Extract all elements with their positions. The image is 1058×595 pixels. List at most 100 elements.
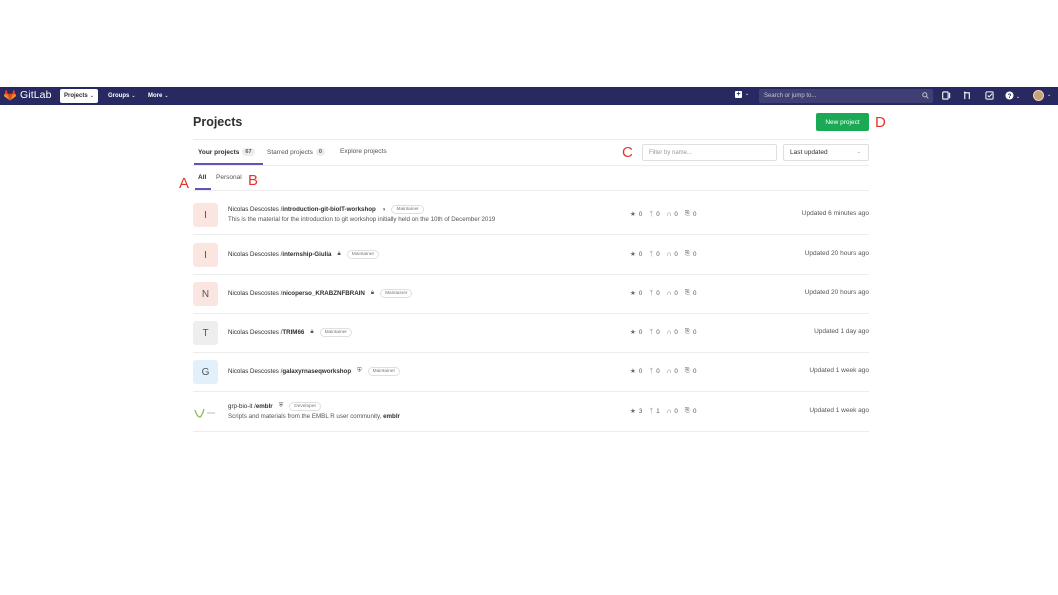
issues-stat[interactable]: ⎘ 0 xyxy=(685,407,697,415)
chevron-down-icon[interactable]: ⌄ xyxy=(745,91,749,97)
project-row[interactable]: I Nicolas Descostes / introduction-git-b… xyxy=(193,195,869,235)
project-title-line: Nicolas Descostes / galaxyrnaseqworkshop… xyxy=(228,367,401,376)
project-avatar[interactable]: I xyxy=(193,243,218,267)
issues-count: 0 xyxy=(692,367,697,375)
merge-request-icon: ∩ xyxy=(666,407,672,415)
stars-count: 0 xyxy=(638,289,643,297)
project-namespace[interactable]: grp-bio-it / xyxy=(228,403,256,410)
stars-stat[interactable]: ★ 0 xyxy=(630,328,642,337)
project-namespace[interactable]: Nicolas Descostes / xyxy=(228,251,282,258)
subtab-personal[interactable]: Personal xyxy=(216,174,242,181)
fork-icon: ᛉ xyxy=(649,328,654,336)
new-project-button[interactable]: New project xyxy=(816,113,869,131)
issues-icon: ⎘ xyxy=(684,407,690,414)
stars-stat[interactable]: ★ 0 xyxy=(630,210,643,219)
chevron-down-icon: ⌄ xyxy=(131,93,136,99)
project-title-line: Nicolas Descostes / nicoperso_KRABZNFBRA… xyxy=(228,289,413,298)
chevron-down-icon[interactable]: ⌄ xyxy=(1047,92,1051,98)
forks-stat[interactable]: ᛉ0 xyxy=(649,328,659,336)
issues-stat[interactable]: ⎘ 0 xyxy=(685,250,697,258)
tab-explore-projects[interactable]: Explore projects xyxy=(340,148,387,155)
todo-icon[interactable] xyxy=(985,91,994,100)
forks-stat[interactable]: ᛉ0 xyxy=(649,367,659,375)
project-name[interactable]: internship-Giulia xyxy=(282,251,331,258)
shield-icon: ⛨ xyxy=(357,368,362,374)
issues-stat[interactable]: ⎘ 0 xyxy=(685,289,697,297)
star-icon: ★ xyxy=(630,368,636,375)
forks-stat[interactable]: ᛉ1 xyxy=(649,407,659,415)
project-description: This is the material for the introductio… xyxy=(228,216,496,223)
star-icon: ★ xyxy=(630,329,636,336)
project-name[interactable]: nicoperso_KRABZNFBRAIN xyxy=(282,290,365,297)
project-row[interactable]: grp-bio-it / emblr ⛨ Developer Scripts a… xyxy=(193,392,869,432)
forks-stat[interactable]: ᛉ0 xyxy=(649,289,659,297)
merge-requests-stat[interactable]: ∩ 0 xyxy=(667,367,678,375)
project-row[interactable]: I Nicolas Descostes / internship-Giulia … xyxy=(193,235,869,275)
project-namespace[interactable]: Nicolas Descostes / xyxy=(228,368,282,375)
forks-stat[interactable]: ᛉ0 xyxy=(649,210,659,218)
project-title-line: Nicolas Descostes / internship-Giulia 🔒︎… xyxy=(228,250,380,259)
star-icon: ★ xyxy=(630,251,636,258)
issues-icon[interactable] xyxy=(942,91,951,100)
your-projects-count-badge: 67 xyxy=(242,148,255,156)
project-name[interactable]: TRIM66 xyxy=(282,329,304,336)
project-name[interactable]: introduction-git-bioIT-workshop xyxy=(282,206,375,213)
project-avatar[interactable]: G xyxy=(193,360,218,384)
project-namespace[interactable]: Nicolas Descostes / xyxy=(228,206,282,213)
nav-groups-dropdown[interactable]: Groups ⌄ xyxy=(108,89,136,103)
chevron-down-icon[interactable]: ⌄ xyxy=(1016,92,1020,102)
project-avatar[interactable]: I xyxy=(193,203,218,227)
stars-stat[interactable]: ★ 3 xyxy=(630,407,642,416)
merge-requests-stat[interactable]: ∩ 0 xyxy=(667,289,678,297)
forks-stat[interactable]: ᛉ0 xyxy=(649,250,659,258)
user-avatar[interactable] xyxy=(1033,90,1044,101)
filter-by-name-input[interactable]: Filter by name... xyxy=(642,144,777,161)
project-avatar-image[interactable] xyxy=(193,404,218,420)
merge-requests-count: 0 xyxy=(674,289,678,297)
annotation-marker-b: B xyxy=(248,172,259,189)
annotation-marker-c: C xyxy=(622,144,633,161)
help-icon[interactable]: ? xyxy=(1005,91,1014,100)
stars-count: 0 xyxy=(638,210,643,218)
nav-more-label: More xyxy=(148,93,163,99)
project-row[interactable]: N Nicolas Descostes / nicoperso_KRABZNFB… xyxy=(193,274,869,314)
issues-stat[interactable]: ⎘ 0 xyxy=(685,210,697,218)
new-item-icon[interactable]: + xyxy=(735,91,742,98)
project-namespace[interactable]: Nicolas Descostes / xyxy=(228,329,282,336)
search-input[interactable]: Search or jump to... xyxy=(759,89,933,103)
stars-stat[interactable]: ★ 0 xyxy=(630,289,643,298)
issues-count: 0 xyxy=(692,407,697,415)
role-badge: Developer xyxy=(289,402,322,411)
tab-your-projects-label: Your projects xyxy=(198,148,240,156)
project-avatar[interactable]: T xyxy=(193,321,218,345)
nav-projects-dropdown[interactable]: Projects ⌄ xyxy=(60,89,98,103)
tab-starred-projects[interactable]: Starred projects 0 xyxy=(267,148,325,156)
stars-stat[interactable]: ★ 0 xyxy=(630,250,642,259)
sort-dropdown[interactable]: Last updated ⌄ xyxy=(783,144,869,161)
tab-your-projects[interactable]: Your projects 67 xyxy=(198,148,255,156)
divider xyxy=(193,165,869,166)
project-stats: ★ 0 ᛉ0 ∩ 0 ⎘ 0 xyxy=(630,289,703,297)
merge-requests-stat[interactable]: ∩ 0 xyxy=(667,250,678,258)
merge-requests-stat[interactable]: ∩ 0 xyxy=(667,407,678,415)
project-row[interactable]: G Nicolas Descostes / galaxyrnaseqworksh… xyxy=(193,352,869,392)
stars-stat[interactable]: ★ 0 xyxy=(630,367,642,376)
project-namespace[interactable]: Nicolas Descostes / xyxy=(228,290,282,297)
annotation-marker-d: D xyxy=(875,114,886,131)
project-name[interactable]: emblr xyxy=(256,403,273,410)
gitlab-logo[interactable]: GitLab xyxy=(4,89,52,101)
issues-stat[interactable]: ⎘ 0 xyxy=(685,328,697,336)
merge-request-icon[interactable] xyxy=(963,91,972,100)
nav-more-dropdown[interactable]: More ⌄ xyxy=(148,89,169,103)
merge-requests-stat[interactable]: ∩ 0 xyxy=(667,210,678,218)
forks-count: 0 xyxy=(656,250,660,258)
project-row[interactable]: T Nicolas Descostes / TRIM66 🔒︎ Maintain… xyxy=(193,313,869,353)
project-avatar[interactable]: N xyxy=(193,282,218,306)
subtab-all[interactable]: All xyxy=(198,174,206,181)
merge-requests-stat[interactable]: ∩ 0 xyxy=(667,328,678,336)
project-title-line: grp-bio-it / emblr ⛨ Developer xyxy=(228,402,322,411)
issues-stat[interactable]: ⎘ 0 xyxy=(685,367,697,375)
fork-icon: ᛉ xyxy=(649,250,654,258)
updated-time: Updated 20 hours ago xyxy=(804,250,869,257)
project-name[interactable]: galaxyrnaseqworkshop xyxy=(282,368,351,375)
